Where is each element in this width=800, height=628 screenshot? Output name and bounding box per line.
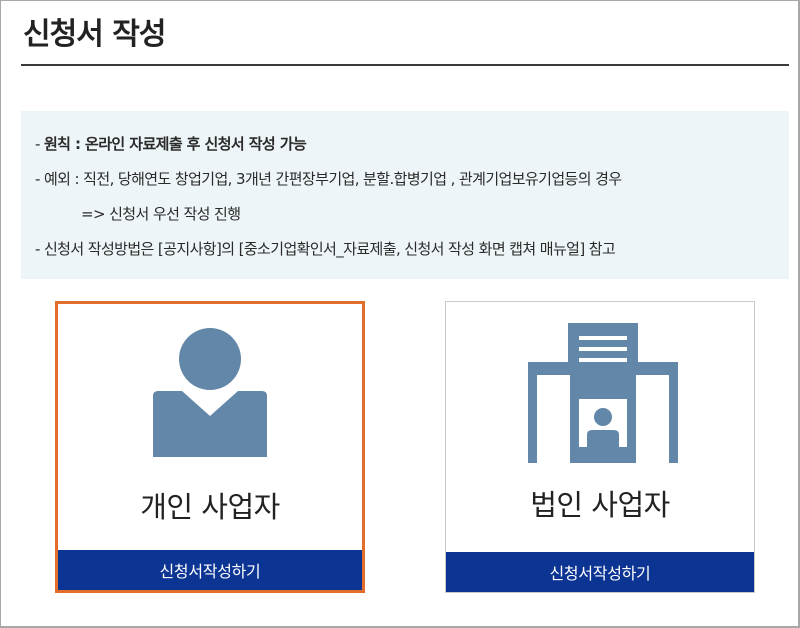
notice-exception-follow: => 신청서 우선 작성 진행 bbox=[81, 205, 241, 223]
apply-button-personal[interactable]: 신청서작성하기 bbox=[58, 550, 362, 590]
page-title: 신청서 작성 bbox=[23, 17, 166, 52]
notice-exception: - 예외 : 직전, 당해연도 창업기업, 3개년 간편장부기업, 분할.합병기… bbox=[35, 170, 622, 188]
building-icon bbox=[528, 323, 678, 463]
notice-box: - 원칙 : 온라인 자료제출 후 신청서 작성 가능 - 예외 : 직전, 당… bbox=[21, 111, 789, 279]
apply-button-corporate[interactable]: 신청서작성하기 bbox=[446, 552, 754, 592]
notice-principle: - 원칙 : 온라인 자료제출 후 신청서 작성 가능 bbox=[35, 133, 307, 154]
notice-principle-text: 원칙 : 온라인 자료제출 후 신청서 작성 가능 bbox=[43, 135, 307, 153]
card-personal-business[interactable]: 개인 사업자 신청서작성하기 bbox=[55, 301, 365, 593]
title-divider bbox=[21, 64, 789, 66]
notice-method: - 신청서 작성방법은 [공지사항]의 [중소기업확인서_자료제출, 신청서 작… bbox=[35, 240, 616, 258]
notice-principle-dash: - bbox=[35, 135, 44, 153]
page-frame: 신청서 작성 - 원칙 : 온라인 자료제출 후 신청서 작성 가능 - 예외 … bbox=[0, 0, 800, 628]
card-corporate-business[interactable]: 법인 사업자 신청서작성하기 bbox=[445, 301, 755, 593]
card-personal-label: 개인 사업자 bbox=[140, 490, 280, 524]
card-corporate-label: 법인 사업자 bbox=[530, 488, 670, 522]
person-icon bbox=[153, 328, 267, 457]
